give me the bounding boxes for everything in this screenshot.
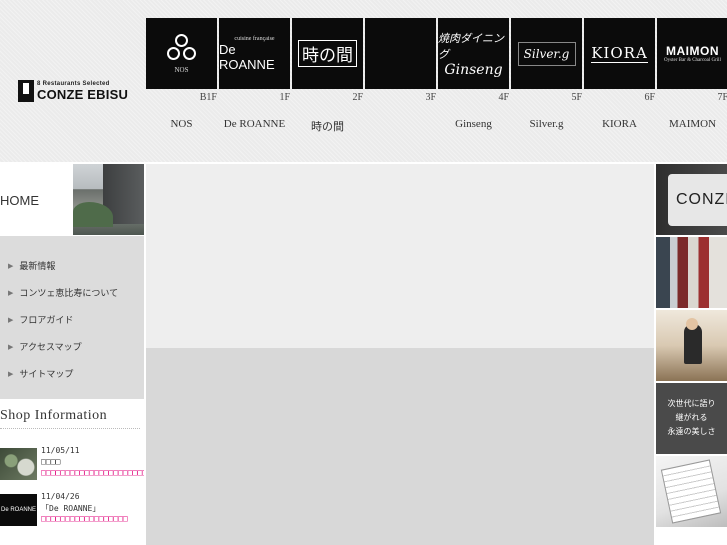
tile-label: MAIMON [666,44,719,58]
menu-item-sitemap[interactable]: ▶ サイトマップ [0,360,144,387]
home-label[interactable]: HOME [0,193,39,208]
floor-name[interactable]: Silver.g [511,118,582,130]
news-date: 11/04/26 [41,492,80,501]
triangle-right-icon: ▶ [8,288,14,297]
triangle-right-icon: ▶ [8,342,14,351]
nos-logo-icon [166,33,197,64]
floor-level: 3F [425,92,436,103]
news-link[interactable]: □□□□□□□□□□□□□□□□□□ [41,514,144,523]
rail-photo-interior[interactable] [656,237,727,308]
floor-tile-de-roanne[interactable]: cuisine française De ROANNE [219,18,290,89]
tile-caption: Oyster Bar & Charcoal Grill [664,58,721,63]
main-content [146,348,654,545]
floor-item-kiora[interactable]: KIORA 6F KIORA [584,18,655,148]
floor-item-de-roanne[interactable]: cuisine française De ROANNE 1F De ROANNE [219,18,290,148]
header: 8 Restaurants Selected CONZE EBISU NOS B… [0,0,727,162]
thumb-label: De ROANNE [0,507,36,513]
news-item[interactable]: 11/05/11 □□□□ □□□□□□□□□□□□□□□□□□□□□□ [0,446,144,486]
menu-item-label: フロアガイド [19,315,74,325]
menu-item-news[interactable]: ▶ 最新情報 [0,252,144,279]
sidebar-menu: ▶ 最新情報 ▶ コンツェ恵比寿について ▶ フロアガイド ▶ アクセスマップ … [0,236,144,399]
menu-item-label: コンツェ恵比寿について [19,288,119,298]
tile-label: De ROANNE [219,41,275,72]
rail-photo-menu[interactable] [656,456,727,527]
floor-level: 4F [498,92,509,103]
main-visual [146,164,654,348]
floor-level: 5F [571,92,582,103]
slogan-line: 永遠の美しさ [667,427,716,436]
floor-nav: NOS B1F NOS cuisine française De ROANNE … [146,18,727,148]
triangle-right-icon: ▶ [8,261,14,270]
news-item[interactable]: De ROANNE 11/04/26 「De ROANNE」 □□□□□□□□□… [0,492,144,532]
floor-name[interactable]: KIORA [584,118,655,130]
news-link[interactable]: □□□□□□□□□□□□□□□□□□□□□□ [41,468,144,477]
logo-mark-icon [18,80,34,102]
sidebar: HOME ▶ 最新情報 ▶ コンツェ恵比寿について ▶ フロアガイド ▶ アクセ… [0,164,144,545]
floor-tile-nos[interactable]: NOS [146,18,217,89]
tile-label: KIORA [591,44,648,63]
news-title: □□□□ [41,457,61,466]
floor-name[interactable]: 時の間 [292,118,363,134]
news-thumbnail: De ROANNE [0,494,37,526]
floor-tile-ginseng[interactable]: 焼肉ダイニング Ginseng [438,18,509,89]
menu-item-floor-guide[interactable]: ▶ フロアガイド [0,306,144,333]
site-logo[interactable]: 8 Restaurants Selected CONZE EBISU [18,80,128,102]
menu-item-label: サイトマップ [19,369,74,379]
page: 8 Restaurants Selected CONZE EBISU NOS B… [0,0,727,545]
slogan-line: 継がれる [675,413,708,422]
floor-level: 6F [644,92,655,103]
floor-name[interactable]: MAIMON [657,118,727,130]
menu-item-label: アクセスマップ [19,342,82,352]
rail-photo-people[interactable] [656,310,727,381]
tile-caption: 焼肉ダイニング [438,31,504,61]
tile-label: Silver.g [517,41,576,66]
news-title: 「De ROANNE」 [41,504,101,513]
floor-name[interactable]: De ROANNE [219,118,290,130]
floor-tile-3f[interactable] [365,18,436,89]
triangle-right-icon: ▶ [8,315,14,324]
news-thumbnail [0,448,37,480]
floor-tile-maimon[interactable]: MAIMON Oyster Bar & Charcoal Grill [657,18,727,89]
floor-name[interactable]: Ginseng [438,118,509,130]
home-link[interactable]: HOME [0,164,144,235]
floor-item-3f[interactable]: 3F [365,18,436,148]
slogan-line: 次世代に語り [667,399,716,408]
shop-info-heading: Shop Information [0,408,140,429]
right-rail: CONZE 次世代に語り 継がれる 永遠の美しさ [656,164,727,545]
floor-item-maimon[interactable]: MAIMON Oyster Bar & Charcoal Grill 7F MA… [657,18,727,148]
menu-item-about[interactable]: ▶ コンツェ恵比寿について [0,279,144,306]
menu-item-access-map[interactable]: ▶ アクセスマップ [0,333,144,360]
tile-label: Ginseng [444,61,503,78]
floor-tile-kiora[interactable]: KIORA [584,18,655,89]
floor-tile-tokinoma[interactable]: 時の間 [292,18,363,89]
news-date: 11/05/11 [41,446,80,455]
floor-name[interactable]: NOS [146,118,217,130]
triangle-right-icon: ▶ [8,369,14,378]
floor-tile-silver-g[interactable]: Silver.g [511,18,582,89]
floor-level: 1F [279,92,290,103]
floor-level: 2F [352,92,363,103]
logo-name: CONZE EBISU [37,86,129,102]
building-photo [73,164,144,235]
menu-item-label: 最新情報 [19,261,56,271]
floor-item-silver-g[interactable]: Silver.g 5F Silver.g [511,18,582,148]
floor-item-nos[interactable]: NOS B1F NOS [146,18,217,148]
floor-item-ginseng[interactable]: 焼肉ダイニング Ginseng 4F Ginseng [438,18,509,148]
floor-level: 7F [717,92,727,103]
rail-conze-sign[interactable]: CONZE [656,164,727,235]
tile-label: 時の間 [298,40,357,67]
floor-level: B1F [199,92,217,103]
conze-sign-text: CONZE [676,191,727,208]
floor-item-tokinoma[interactable]: 時の間 2F 時の間 [292,18,363,148]
tile-label: NOS [174,65,189,74]
rail-slogan[interactable]: 次世代に語り 継がれる 永遠の美しさ [656,383,727,454]
